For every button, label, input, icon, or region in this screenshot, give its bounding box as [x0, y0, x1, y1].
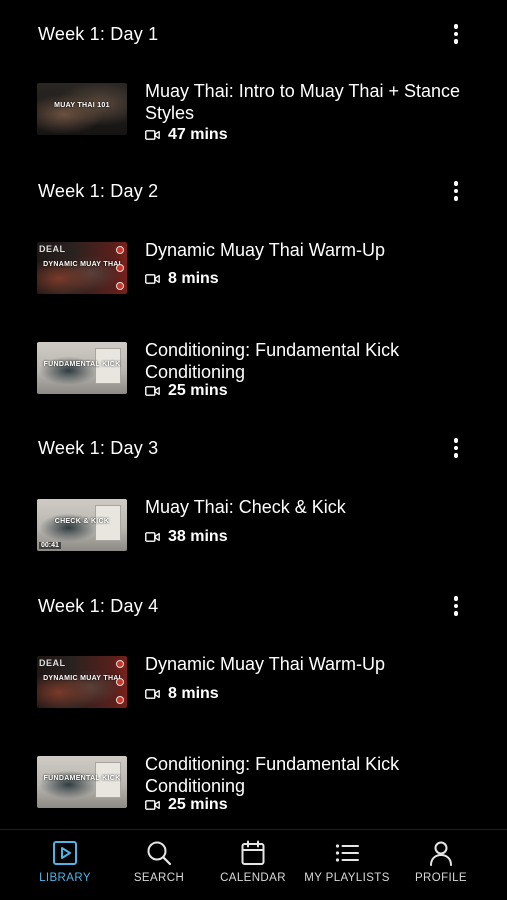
- thumbnail-timestamp: 00:41: [39, 542, 61, 549]
- list-icon: [335, 844, 359, 862]
- tab-label: PROFILE: [414, 872, 467, 884]
- duration-label: 8 mins: [168, 685, 219, 702]
- tab-label: SEARCH: [133, 872, 185, 884]
- video-thumbnail: DEAL DYNAMIC MUAY THAI: [37, 242, 127, 294]
- video-thumbnail: FUNDAMENTAL KICK: [37, 756, 127, 808]
- video-item[interactable]: MUAY THAI 101 Muay Thai: Intro to Muay T…: [0, 81, 507, 147]
- video-thumbnail: MUAY THAI 101: [37, 83, 127, 135]
- day-header: Week 1: Day 1: [0, 20, 507, 50]
- video-title: Conditioning: Fundamental Kick Condition…: [145, 340, 400, 382]
- calendar-icon: [241, 840, 265, 865]
- video-duration: 25 mins: [145, 795, 228, 815]
- tab-my-playlists[interactable]: MY PLAYLISTS: [302, 830, 392, 900]
- tab-profile[interactable]: PROFILE: [396, 830, 486, 900]
- day-title: Week 1: Day 1: [38, 24, 159, 44]
- tab-label: MY PLAYLISTS: [304, 872, 390, 884]
- video-camera-icon: [145, 800, 160, 810]
- more-options-icon[interactable]: [445, 177, 467, 205]
- more-options-icon[interactable]: [445, 20, 467, 48]
- thumbnail-brand: DEAL: [39, 658, 66, 668]
- video-item[interactable]: DEAL DYNAMIC MUAY THAI Dynamic Muay Thai…: [0, 654, 507, 720]
- thumbnail-caption: FUNDAMENTAL KICK: [43, 361, 121, 368]
- video-thumbnail: CHECK & KICK 00:41: [37, 499, 127, 551]
- day-title: Week 1: Day 4: [38, 596, 159, 616]
- more-options-icon[interactable]: [445, 434, 467, 462]
- duration-label: 8 mins: [168, 270, 219, 287]
- video-camera-icon: [145, 274, 160, 284]
- video-item[interactable]: FUNDAMENTAL KICK Conditioning: Fundament…: [0, 754, 507, 820]
- video-duration: 8 mins: [145, 269, 219, 289]
- video-thumbnail: FUNDAMENTAL KICK: [37, 342, 127, 394]
- day-header: Week 1: Day 4: [0, 592, 507, 622]
- duration-label: 25 mins: [168, 382, 228, 399]
- thumbnail-brand: DEAL: [39, 244, 66, 254]
- video-duration: 25 mins: [145, 381, 228, 401]
- more-options-icon[interactable]: [445, 592, 467, 620]
- video-title: Dynamic Muay Thai Warm-Up: [145, 240, 386, 260]
- duration-label: 38 mins: [168, 528, 228, 545]
- video-duration: 8 mins: [145, 684, 219, 704]
- video-duration: 47 mins: [145, 125, 228, 145]
- tab-search[interactable]: SEARCH: [114, 830, 204, 900]
- day-header: Week 1: Day 3: [0, 434, 507, 464]
- search-icon: [147, 841, 172, 866]
- tab-label: CALENDAR: [220, 872, 286, 884]
- video-title: Muay Thai: Intro to Muay Thai + Stance S…: [145, 81, 460, 123]
- bottom-tab-bar: LIBRARY SEARCH CALENDAR MY PLAYLISTS PRO…: [0, 829, 507, 900]
- play-square-icon: [53, 841, 77, 865]
- thumbnail-caption: DYNAMIC MUAY THAI: [43, 675, 121, 682]
- duration-label: 47 mins: [168, 126, 228, 143]
- video-camera-icon: [145, 130, 160, 140]
- tab-calendar[interactable]: CALENDAR: [208, 830, 298, 900]
- video-item[interactable]: DEAL DYNAMIC MUAY THAI Dynamic Muay Thai…: [0, 240, 507, 306]
- workout-list[interactable]: Week 1: Day 1 MUAY THAI 101 Muay Thai: I…: [0, 0, 507, 830]
- video-camera-icon: [145, 386, 160, 396]
- video-item[interactable]: CHECK & KICK 00:41 Muay Thai: Check & Ki…: [0, 497, 507, 563]
- video-title: Muay Thai: Check & Kick: [145, 497, 346, 517]
- video-item[interactable]: FUNDAMENTAL KICK Conditioning: Fundament…: [0, 340, 507, 406]
- video-title: Conditioning: Fundamental Kick Condition…: [145, 754, 400, 796]
- day-title: Week 1: Day 2: [38, 181, 159, 201]
- video-title: Dynamic Muay Thai Warm-Up: [145, 654, 386, 674]
- person-icon: [430, 841, 452, 866]
- tab-library[interactable]: LIBRARY: [20, 830, 110, 900]
- tab-label: LIBRARY: [39, 872, 91, 884]
- day-title: Week 1: Day 3: [38, 438, 159, 458]
- thumbnail-caption: CHECK & KICK: [54, 518, 110, 525]
- video-thumbnail: DEAL DYNAMIC MUAY THAI: [37, 656, 127, 708]
- video-camera-icon: [145, 689, 160, 699]
- video-camera-icon: [145, 532, 160, 542]
- thumbnail-caption: DYNAMIC MUAY THAI: [43, 261, 121, 268]
- duration-label: 25 mins: [168, 796, 228, 813]
- video-duration: 38 mins: [145, 527, 228, 547]
- thumbnail-caption: FUNDAMENTAL KICK: [43, 775, 121, 782]
- thumbnail-caption: MUAY THAI 101: [54, 102, 110, 109]
- day-header: Week 1: Day 2: [0, 177, 507, 207]
